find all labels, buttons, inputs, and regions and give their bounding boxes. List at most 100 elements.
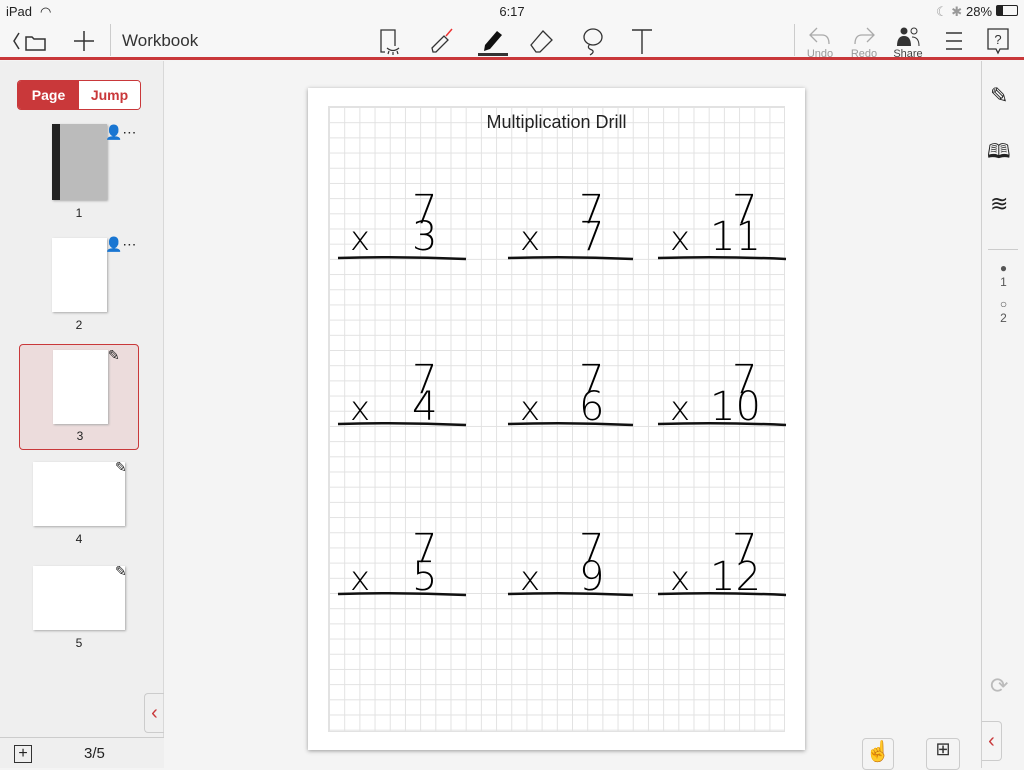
right-toolbar: ✎ 🕮 ≋ ● 1 ○ 2 ⟳ ‹: [981, 61, 1024, 768]
pen-group-icon: ✎: [115, 563, 127, 579]
sidebar-footer: + 3/5: [0, 737, 164, 768]
user-filled-icon: ●: [999, 261, 1008, 275]
handwriting-layer: 7x 37x 77x 117x 47x 67x 107x 57x 97x 12: [337, 187, 787, 600]
problem: 7x 10: [657, 357, 787, 430]
assign-pen-icon[interactable]: ✎: [990, 83, 1008, 109]
problem: 7x 9: [507, 526, 634, 600]
share-button[interactable]: Share: [888, 26, 928, 60]
laser-pointer-tool[interactable]: [426, 26, 456, 56]
help-button[interactable]: ?: [984, 26, 1012, 56]
battery-text: 28%: [966, 4, 993, 19]
redo-icon: [854, 27, 875, 45]
problem: 7x 5: [337, 526, 467, 600]
user-2[interactable]: ○ 2: [982, 297, 1024, 325]
zoom-plus-icon: ⊞: [935, 739, 951, 759]
times-sign: x: [670, 219, 690, 259]
page-number: 1: [75, 206, 83, 220]
pen-student-icon: ✎: [108, 347, 120, 363]
device-name: iPad: [6, 4, 33, 19]
user-1[interactable]: ● 1: [982, 261, 1024, 289]
page-3-thumbnail: [53, 350, 108, 424]
page-number: 5: [75, 636, 83, 650]
page-thumbnail-1[interactable]: 1 👤⋯: [19, 122, 139, 228]
undo-label: Undo: [806, 48, 834, 60]
book-search-icon[interactable]: 🕮: [987, 137, 1011, 171]
answer-line: [337, 591, 467, 597]
undo-button[interactable]: Undo: [800, 26, 840, 60]
shared-class-icon: 👤⋯: [105, 236, 137, 252]
lasso-tool[interactable]: [578, 26, 608, 56]
multiplier: 11: [710, 214, 761, 260]
pen-group-icon: ✎: [115, 459, 127, 475]
problem: 7x 4: [337, 357, 467, 430]
answer-line: [337, 255, 467, 261]
shared-class-icon: 👤⋯: [105, 124, 137, 140]
problem: 7x 12: [657, 526, 787, 600]
page-number: 3: [76, 429, 84, 443]
undo-icon: [809, 27, 830, 45]
page-thumbnail-2[interactable]: 2 👤⋯: [19, 234, 139, 340]
tab-page[interactable]: Page: [18, 81, 79, 109]
sidebar-mode-toggle: Page Jump: [17, 80, 141, 110]
view-eye-icon: [380, 29, 400, 55]
hand-icon: ☝: [865, 741, 891, 763]
page-number: 2: [75, 318, 83, 332]
lasso-icon: [583, 28, 603, 56]
page-counter: 3/5: [84, 745, 105, 762]
laser-pen-icon: [431, 28, 453, 53]
zoom-in-button[interactable]: ⊞: [926, 738, 960, 770]
share-people-icon: [897, 27, 920, 46]
add-page-button[interactable]: +: [14, 745, 32, 763]
expand-panel-button[interactable]: ‹: [982, 721, 1002, 761]
problem: 7x 3: [337, 187, 467, 261]
eraser-tool[interactable]: [526, 26, 556, 56]
multiplier: 7: [579, 214, 604, 260]
view-mode-tool[interactable]: [376, 26, 406, 56]
wifi-icon: ◠: [40, 4, 52, 19]
list-menu-icon: [946, 32, 962, 50]
help-icon: ?: [987, 28, 1009, 55]
page-sidebar: Page Jump 1 👤⋯ 2 👤⋯ 3 ✎ 4 ✎ 5 ✎ ‹: [0, 61, 164, 768]
page-thumbnail-3[interactable]: 3 ✎: [19, 344, 139, 450]
times-sign: x: [520, 219, 540, 259]
menu-button[interactable]: [940, 26, 968, 56]
pen-tool[interactable]: [478, 26, 508, 56]
user-1-label: 1: [1000, 275, 1007, 289]
add-button[interactable]: [70, 26, 98, 56]
share-label: Share: [893, 48, 923, 60]
problem: 7x 7: [507, 187, 634, 261]
hand-tool-button[interactable]: ☝: [862, 738, 894, 770]
collapse-sidebar-button[interactable]: ‹: [144, 693, 164, 733]
problem: 7x 11: [657, 187, 787, 261]
notebook-page[interactable]: Multiplication Drill 7 x 3 7 x 7 7 x 11 7 x 4 7 x 6 7 x 1…: [308, 88, 805, 750]
pen-icon: [484, 30, 502, 51]
status-bar: iPad ◠ 6:17 PM ☾ ✱ 28%: [0, 0, 1024, 34]
times-sign: x: [350, 219, 370, 259]
back-folder-button[interactable]: [10, 26, 52, 56]
user-outline-icon: ○: [999, 297, 1008, 311]
page-thumbnail-5[interactable]: 5 ✎: [19, 561, 139, 667]
layers-icon[interactable]: ≋: [990, 191, 1008, 217]
sync-icon[interactable]: ⟳: [990, 673, 1008, 699]
document-title: Workbook: [122, 31, 199, 50]
redo-label: Redo: [850, 48, 878, 60]
redo-button[interactable]: Redo: [844, 26, 884, 60]
problem: 7x 6: [507, 357, 634, 430]
text-tool[interactable]: [628, 26, 656, 56]
workbook-cover-thumbnail: [52, 124, 107, 200]
plus-icon: [74, 31, 94, 51]
page-thumbnail-4[interactable]: 4 ✎: [19, 457, 139, 563]
page-5-thumbnail: [33, 566, 125, 630]
moon-bluetooth-icon: ☾ ✱: [936, 4, 963, 19]
user-2-label: 2: [1000, 311, 1007, 325]
folder-icon: [13, 32, 46, 51]
page-2-thumbnail: [52, 238, 107, 312]
tab-jump[interactable]: Jump: [79, 81, 140, 109]
answer-line: [507, 255, 634, 261]
page-4-thumbnail: [33, 462, 125, 526]
svg-text:?: ?: [994, 32, 1001, 47]
multiplier: 3: [412, 214, 437, 260]
page-number: 4: [75, 532, 83, 546]
battery-icon: [996, 5, 1018, 16]
answer-line: [507, 421, 634, 427]
